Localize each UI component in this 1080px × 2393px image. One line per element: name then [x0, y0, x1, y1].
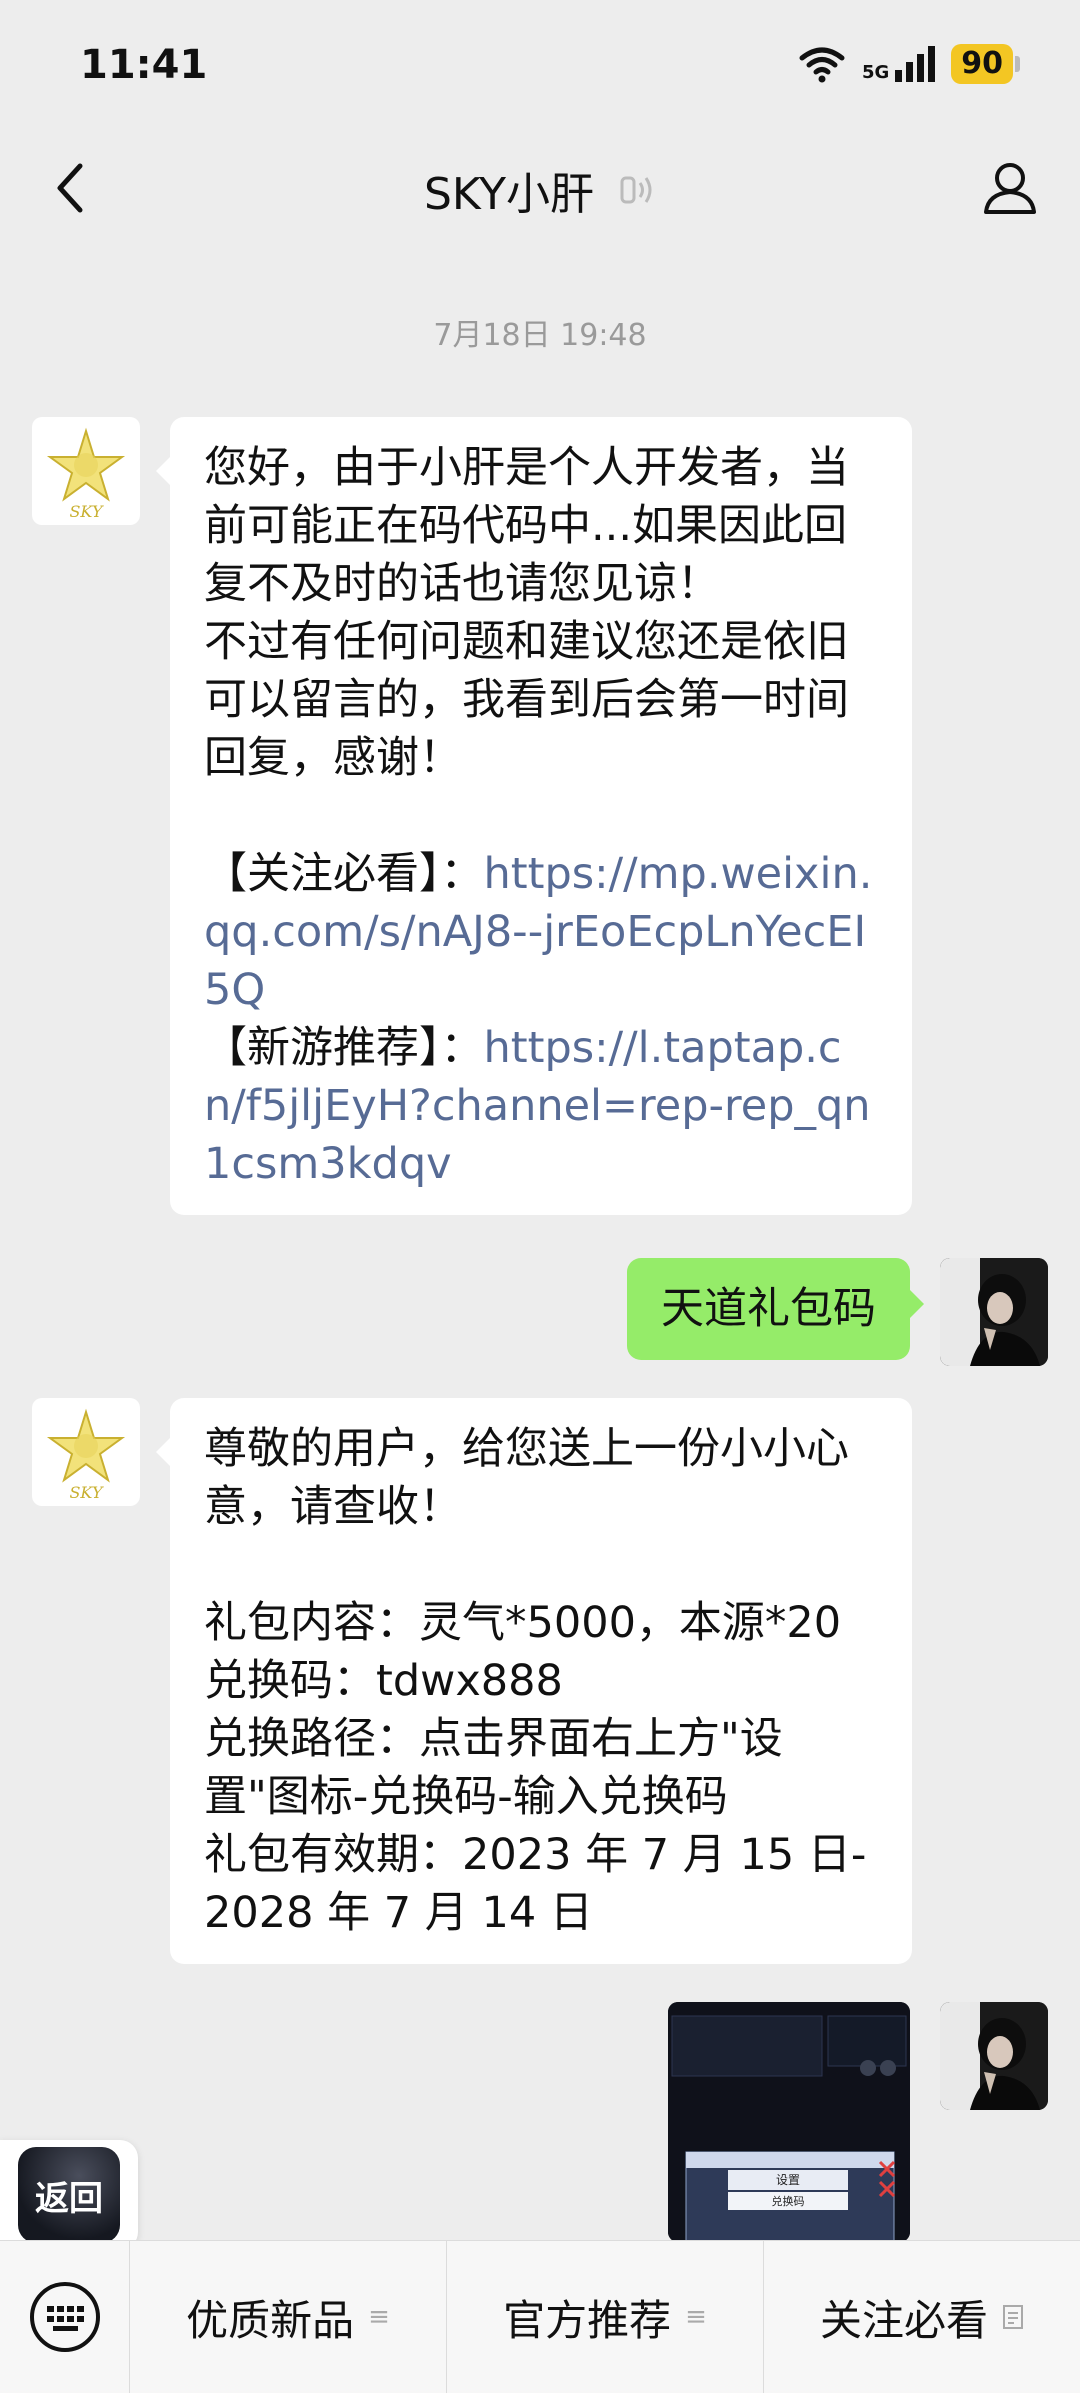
status-bar: 11:41 5G 90 — [0, 0, 1080, 130]
network-type: 5G — [861, 62, 890, 83]
redeem-label: 兑换码 — [772, 2194, 805, 2208]
message-bubble-gift-code: 尊敬的用户，给您送上一份小小心意，请查收！ 礼包内容：灵气*5000，本源*20… — [156, 1398, 912, 1964]
user-photo — [940, 2002, 1048, 2110]
cell-signal-icon: 5G — [861, 46, 936, 83]
menu-item-label: 官方推荐 — [503, 2295, 672, 2345]
return-button[interactable]: 返回 — [0, 2140, 138, 2250]
sky-logo-text: SKY — [69, 502, 103, 521]
screenshot-image[interactable]: 设置 兑换码 — [668, 2002, 910, 2242]
sky-avatar[interactable]: SKY — [32, 1398, 140, 1506]
user-avatar[interactable] — [940, 1258, 1048, 1366]
gift-code-text: 尊敬的用户，给您送上一份小小心意，请查收！ 礼包内容：灵气*5000，本源*20… — [204, 1424, 867, 1938]
status-icons: 5G 90 — [798, 44, 1020, 84]
bottom-menu-bar: 优质新品 ≡ 官方推荐 ≡ 关注必看 — [0, 2240, 1080, 2393]
return-label: 返回 — [18, 2147, 120, 2243]
new-game-label: 【新游推荐】： — [204, 1023, 484, 1073]
request-text: 天道礼包码 — [661, 1284, 876, 1334]
profile-button[interactable] — [970, 148, 1050, 228]
sky-avatar[interactable]: SKY — [32, 417, 140, 525]
submenu-icon: ≡ — [685, 2302, 707, 2332]
menu-item-official[interactable]: 官方推荐 ≡ — [447, 2241, 764, 2393]
voice-icon — [620, 176, 652, 204]
wifi-icon — [799, 47, 845, 83]
menu-item-label: 优质新品 — [186, 2295, 355, 2345]
sky-logo-text: SKY — [69, 1483, 103, 1502]
person-icon — [984, 163, 1036, 214]
welcome-text: 您好，由于小肝是个人开发者，当前可能正在码代码中...如果因此回复不及时的话也请… — [204, 443, 849, 783]
keyboard-button[interactable] — [0, 2241, 130, 2393]
menu-item-label: 关注必看 — [819, 2295, 988, 2345]
follow-label: 【关注必看】： — [204, 849, 484, 899]
star-logo-icon: SKY — [46, 427, 126, 521]
battery-level: 90 — [951, 44, 1013, 84]
message-bubble-request: 天道礼包码 — [627, 1258, 924, 1360]
user-photo — [940, 1258, 1048, 1366]
submenu-icon: ≡ — [368, 2302, 390, 2332]
user-avatar[interactable] — [940, 2002, 1048, 2110]
status-time: 11:41 — [80, 42, 208, 88]
settings-label: 设置 — [776, 2173, 800, 2187]
menu-item-new-quality[interactable]: 优质新品 ≡ — [130, 2241, 447, 2393]
message-bubble-welcome: 您好，由于小肝是个人开发者，当前可能正在码代码中...如果因此回复不及时的话也请… — [156, 417, 912, 1215]
menu-item-follow[interactable]: 关注必看 — [764, 2241, 1080, 2393]
keyboard-icon — [29, 2282, 100, 2352]
chat-title: SKY小肝 — [423, 169, 595, 220]
article-icon — [1003, 2305, 1023, 2329]
message-timestamp: 7月18日 19:48 — [433, 318, 647, 353]
battery-icon: 90 — [951, 44, 1020, 84]
chat-header: SKY小肝 — [0, 130, 1080, 245]
star-logo-icon: SKY — [46, 1408, 126, 1502]
game-screenshot: 设置 兑换码 — [668, 2002, 910, 2242]
